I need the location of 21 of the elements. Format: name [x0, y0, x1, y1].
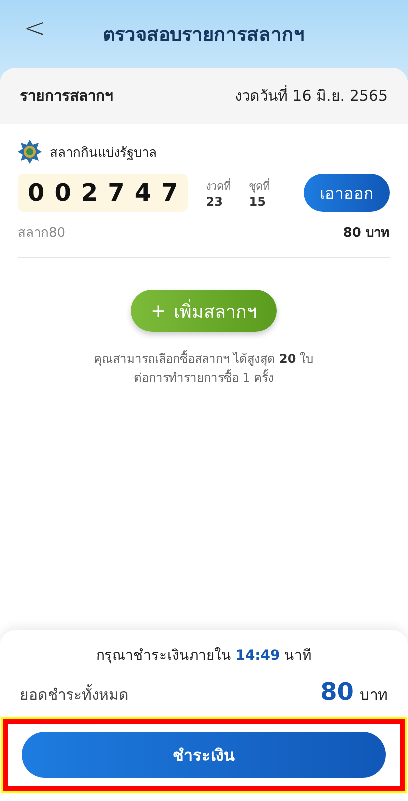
ticket-price: 80 บาท — [343, 225, 390, 243]
page-title: ตรวจสอบรายการสลากฯ — [103, 23, 305, 48]
total-amount: 80 — [320, 678, 354, 706]
remove-button[interactable]: เอาออก — [304, 174, 390, 212]
total-label: ยอดชำระทั้งหมด — [20, 683, 129, 706]
purchase-limit-note: คุณสามารถเลือกซื้อสลากฯ ได้สูงสุด 20 ใบ ต่อการทำรายการซื้อ 1 ครั้ง — [92, 350, 316, 388]
payment-deadline: กรุณาชำระเงินภายใน 14:49 นาที — [96, 646, 312, 666]
list-title: รายการสลากฯ — [20, 86, 113, 107]
emblem-icon — [18, 140, 42, 164]
ticket-number: 0 0 2 7 4 7 — [18, 174, 188, 212]
currency: บาท — [360, 686, 388, 704]
back-button[interactable]: < — [18, 14, 52, 44]
draw-value: 23 — [206, 195, 224, 209]
issuer-name: สลากกินแบ่งรัฐบาล — [50, 144, 157, 162]
ticket-type: สลาก80 — [18, 225, 66, 243]
set-value: 15 — [249, 195, 267, 209]
pay-button[interactable]: ชำระเงิน — [22, 732, 386, 778]
draw-label: งวดที่ — [206, 178, 232, 195]
draw-date: งวดวันที่ 16 มิ.ย. 2565 — [234, 84, 388, 107]
add-ticket-button[interactable]: + เพิ่มสลากฯ — [130, 290, 278, 332]
set-label: ชุดที่ — [249, 178, 270, 195]
